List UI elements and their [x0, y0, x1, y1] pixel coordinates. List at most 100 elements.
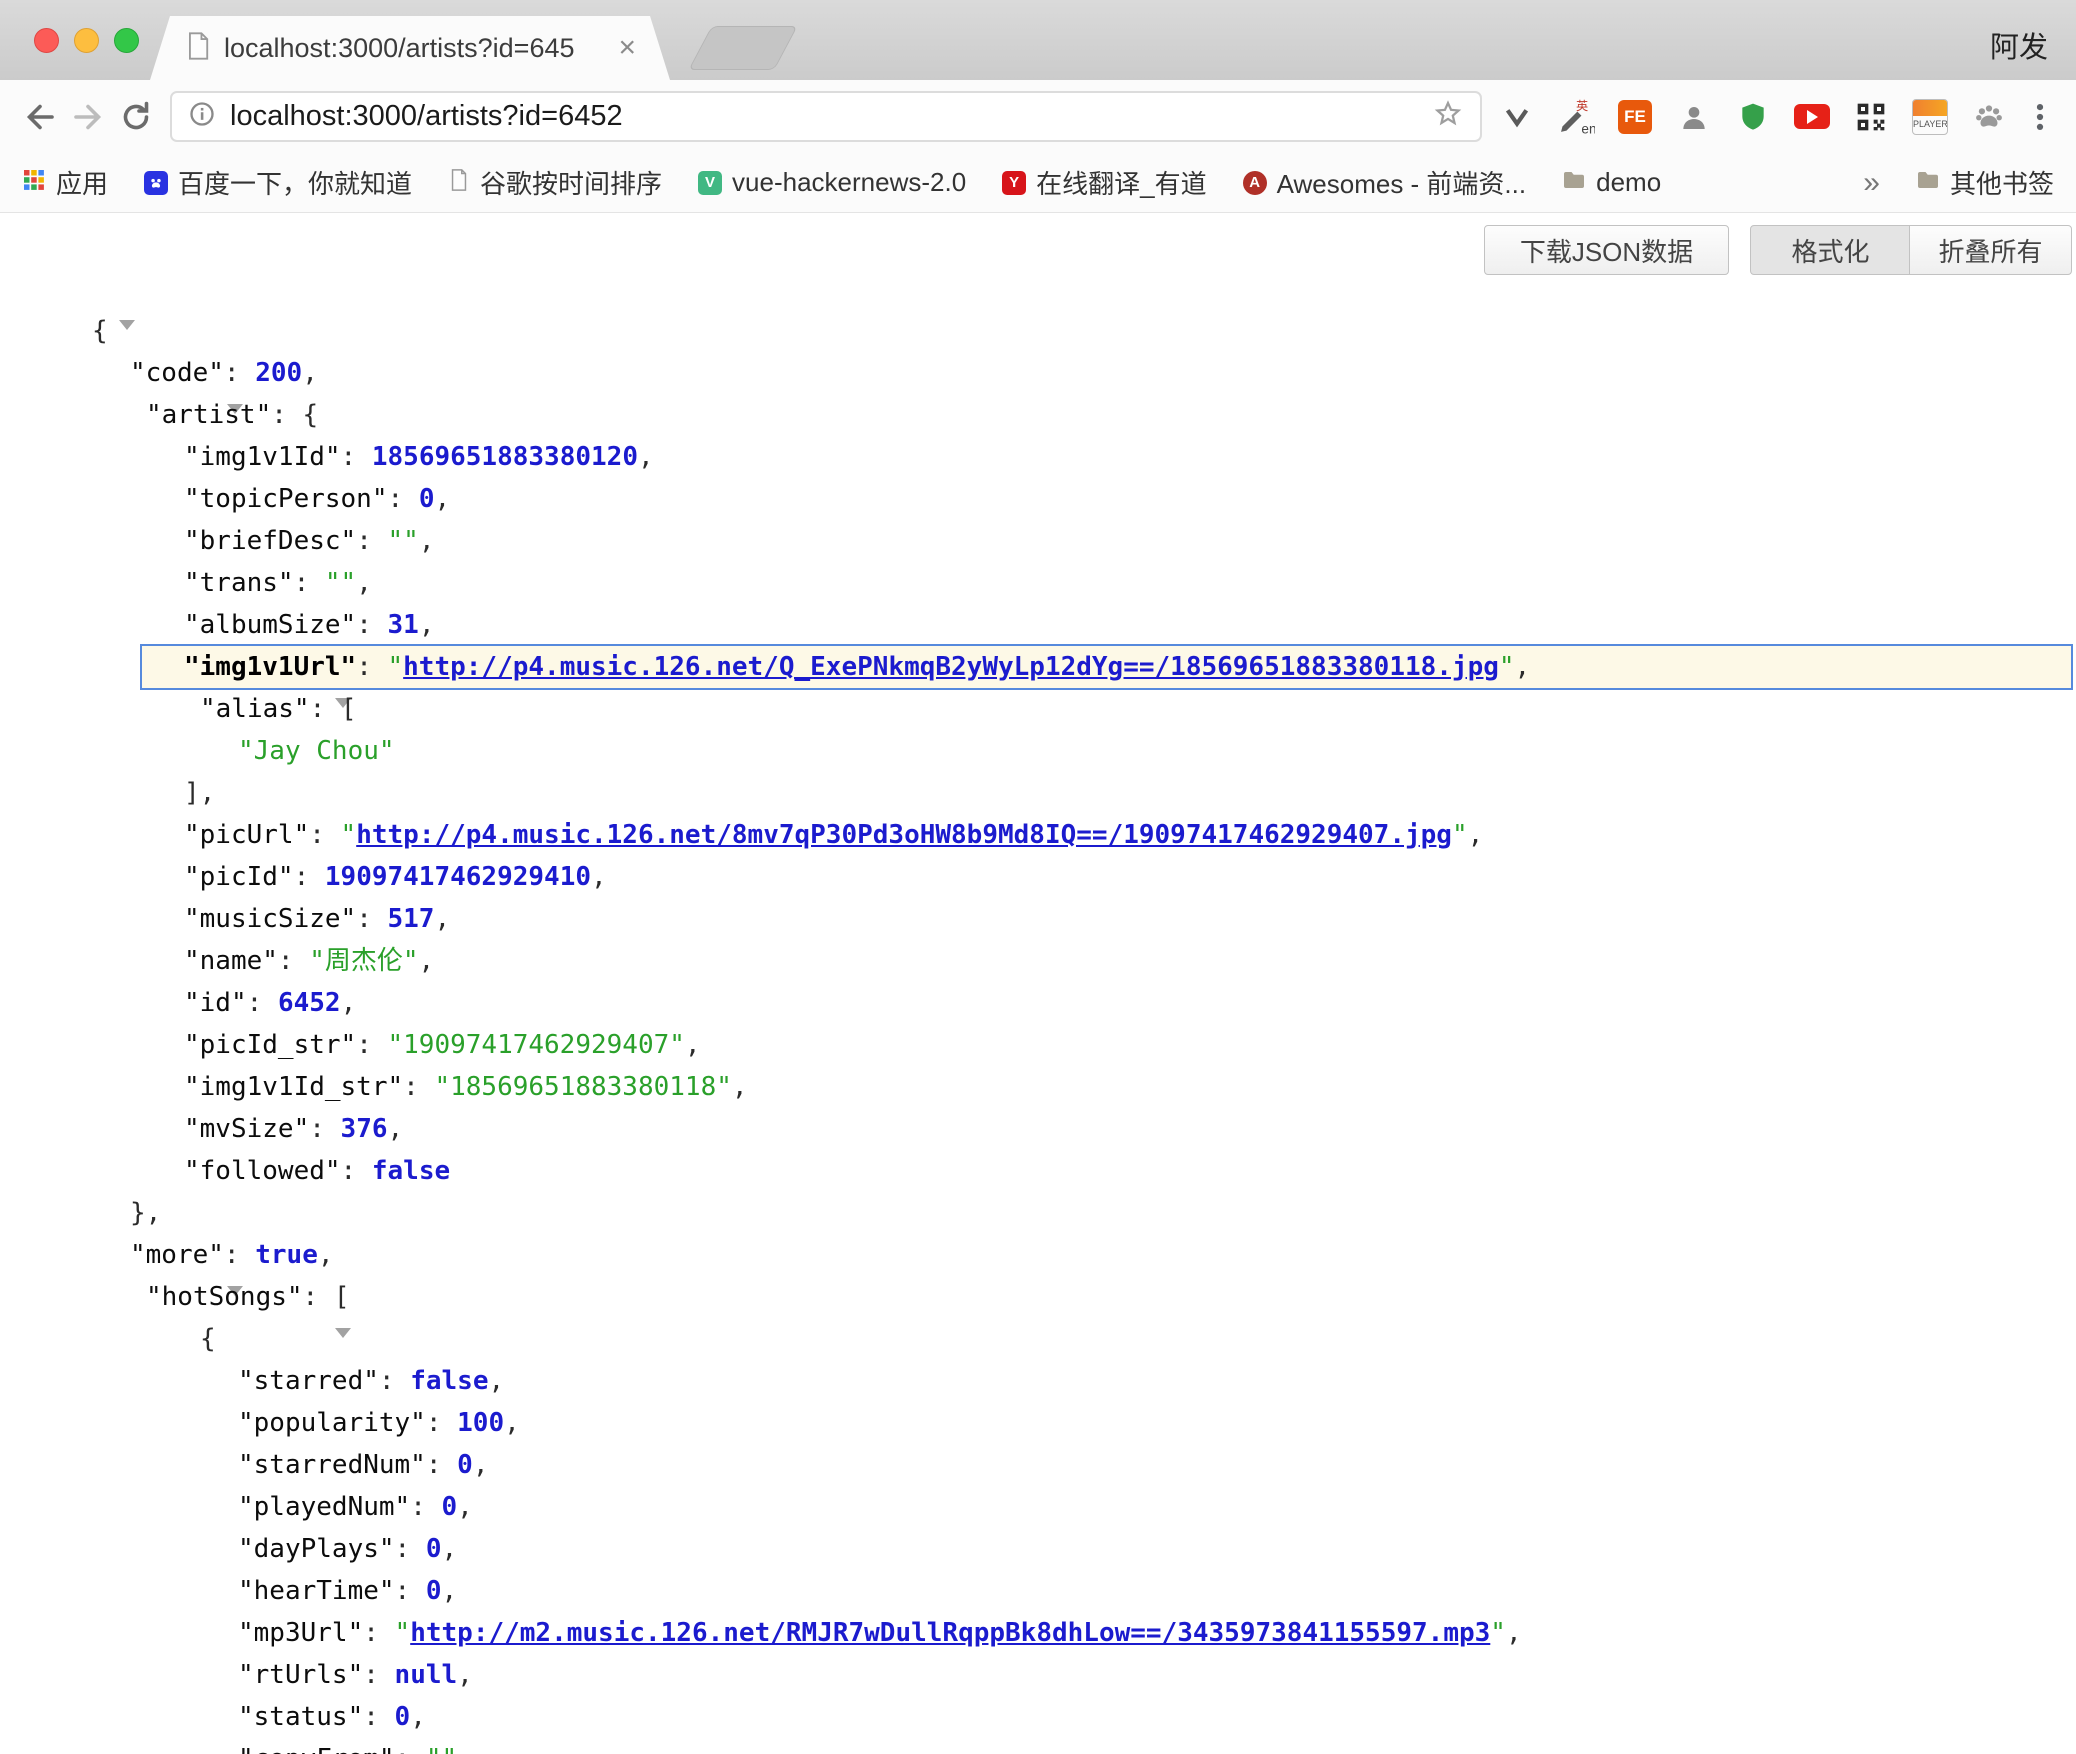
json-line: "img1v1Id_str": "18569651883380118", [0, 1066, 2076, 1108]
json-line: "dayPlays": 0, [0, 1528, 2076, 1570]
json-token: 376 [341, 1114, 388, 1144]
bookmark-star-icon[interactable] [1432, 98, 1464, 135]
close-window-button[interactable] [34, 28, 59, 53]
json-key: "hotSongs" [146, 1282, 303, 1312]
bookmarks-overflow-chevron[interactable]: » [1863, 166, 1880, 200]
collapse-all-button[interactable]: 折叠所有 [1909, 225, 2072, 275]
json-token: , [473, 1450, 489, 1480]
json-line: "hearTime": 0, [0, 1570, 2076, 1612]
json-key: "more" [130, 1240, 224, 1270]
json-line: "picUrl": "http://p4.music.126.net/8mv7q… [0, 814, 2076, 856]
json-token: , [388, 1114, 404, 1144]
json-token: , [442, 1534, 458, 1564]
address-bar[interactable]: localhost:3000/artists?id=6452 [170, 91, 1482, 142]
player-extension-icon[interactable]: PLAYER [1909, 95, 1951, 139]
v-extension-icon[interactable] [1496, 95, 1538, 139]
new-tab-button[interactable] [688, 26, 797, 70]
navigation-toolbar: localhost:3000/artists?id=6452 英 en FE [0, 80, 2076, 153]
json-line: "alias": [ [0, 688, 2076, 730]
shield-extension-icon[interactable] [1732, 95, 1774, 139]
json-token: ], [184, 778, 215, 808]
json-token: : [363, 1702, 394, 1732]
json-token: " [1490, 1618, 1506, 1648]
bookmark-item-vue-hackernews[interactable]: V vue-hackernews-2.0 [698, 167, 966, 198]
json-key: "mp3Url" [238, 1618, 363, 1648]
bookmark-item-baidu[interactable]: 百度一下，你就知道 [144, 164, 412, 201]
youtube-extension-icon[interactable] [1791, 95, 1833, 139]
json-token: " [341, 820, 357, 850]
json-token: : [309, 1114, 340, 1144]
zoom-window-button[interactable] [114, 28, 139, 53]
json-token: "" [388, 526, 419, 556]
bookmark-item-demo[interactable]: demo [1562, 167, 1661, 198]
json-token: : [247, 988, 278, 1018]
bookmark-item-google-sort[interactable]: 谷歌按时间排序 [448, 164, 662, 201]
bookmark-item-youdao[interactable]: Y 在线翻译_有道 [1002, 164, 1206, 201]
tab-strip: localhost:3000/artists?id=645 × 阿发 [0, 0, 2076, 80]
json-key: "starredNum" [238, 1450, 426, 1480]
json-line: "rtUrls": null, [0, 1654, 2076, 1696]
bookmark-item-apps[interactable]: 应用 [22, 164, 108, 201]
json-key: "briefDesc" [184, 526, 356, 556]
json-line: ], [0, 772, 2076, 814]
json-line: "Jay Chou" [0, 730, 2076, 772]
json-token: " [388, 652, 404, 682]
json-key: "img1v1Id_str" [184, 1072, 403, 1102]
json-line: "artist": { [0, 394, 2076, 436]
json-token: , [442, 1576, 458, 1606]
browser-tab[interactable]: localhost:3000/artists?id=645 × [150, 16, 670, 80]
profile-name: 阿发 [1990, 24, 2048, 66]
json-token: , [457, 1660, 473, 1690]
qrcode-extension-icon[interactable] [1850, 95, 1892, 139]
json-link[interactable]: http://m2.music.126.net/RMJR7wDullRqppBk… [410, 1618, 1490, 1648]
json-line: "topicPerson": 0, [0, 478, 2076, 520]
json-token: : [395, 1576, 426, 1606]
json-token: : [426, 1450, 457, 1480]
translate-en-extension-icon[interactable]: 英 en [1555, 95, 1597, 139]
json-key: "trans" [184, 568, 294, 598]
download-json-button[interactable]: 下载JSON数据 [1484, 225, 1729, 275]
minimize-window-button[interactable] [74, 28, 99, 53]
json-token: : [ [303, 1282, 350, 1312]
json-token: : [363, 1660, 394, 1690]
json-token: , [356, 568, 372, 598]
json-line: "code": 200, [0, 352, 2076, 394]
json-token: 0 [419, 484, 435, 514]
json-token: 0 [442, 1492, 458, 1522]
json-line: "img1v1Id": 18569651883380120, [0, 436, 2076, 478]
json-link[interactable]: http://p4.music.126.net/Q_ExePNkmqB2yWyL… [403, 652, 1499, 682]
json-token: { [200, 1324, 216, 1354]
browser-menu-button[interactable] [2020, 95, 2060, 139]
json-line: "briefDesc": "", [0, 520, 2076, 562]
json-token: 200 [255, 358, 302, 388]
json-token: , [419, 610, 435, 640]
json-key: "mvSize" [184, 1114, 309, 1144]
json-token: { [92, 316, 108, 346]
json-token: , [434, 484, 450, 514]
bookmark-item-awesomes[interactable]: A Awesomes - 前端资... [1243, 164, 1526, 201]
fe-extension-icon[interactable]: FE [1614, 95, 1656, 139]
profile-extension-icon[interactable] [1673, 95, 1715, 139]
json-link[interactable]: http://p4.music.126.net/8mv7qP30Pd3oHW8b… [356, 820, 1452, 850]
tab-close-icon[interactable]: × [618, 33, 636, 63]
other-bookmarks-folder[interactable]: 其他书签 [1916, 164, 2054, 201]
bookmarks-bar: 应用 百度一下，你就知道 谷歌按时间排序 V vue-hackernews-2.… [0, 153, 2076, 213]
paw-extension-icon[interactable] [1968, 95, 2010, 139]
format-button[interactable]: 格式化 [1750, 225, 1911, 275]
back-button[interactable] [16, 93, 64, 141]
browser-window: localhost:3000/artists?id=645 × 阿发 local… [0, 0, 2076, 1754]
json-token: , [341, 988, 357, 1018]
json-line: "name": "周杰伦", [0, 940, 2076, 982]
json-token: "" [325, 568, 356, 598]
json-line: "mvSize": 376, [0, 1108, 2076, 1150]
json-token: }, [130, 1198, 161, 1228]
json-line: "picId": 19097417462929410, [0, 856, 2076, 898]
reload-button[interactable] [112, 93, 160, 141]
site-info-icon[interactable] [188, 100, 216, 133]
forward-button[interactable] [64, 93, 112, 141]
json-token: : [363, 1618, 394, 1648]
json-token: : [379, 1366, 410, 1396]
svg-text:英: 英 [1576, 99, 1588, 113]
json-key: "hearTime" [238, 1576, 395, 1606]
url-text[interactable]: localhost:3000/artists?id=6452 [230, 100, 1432, 133]
